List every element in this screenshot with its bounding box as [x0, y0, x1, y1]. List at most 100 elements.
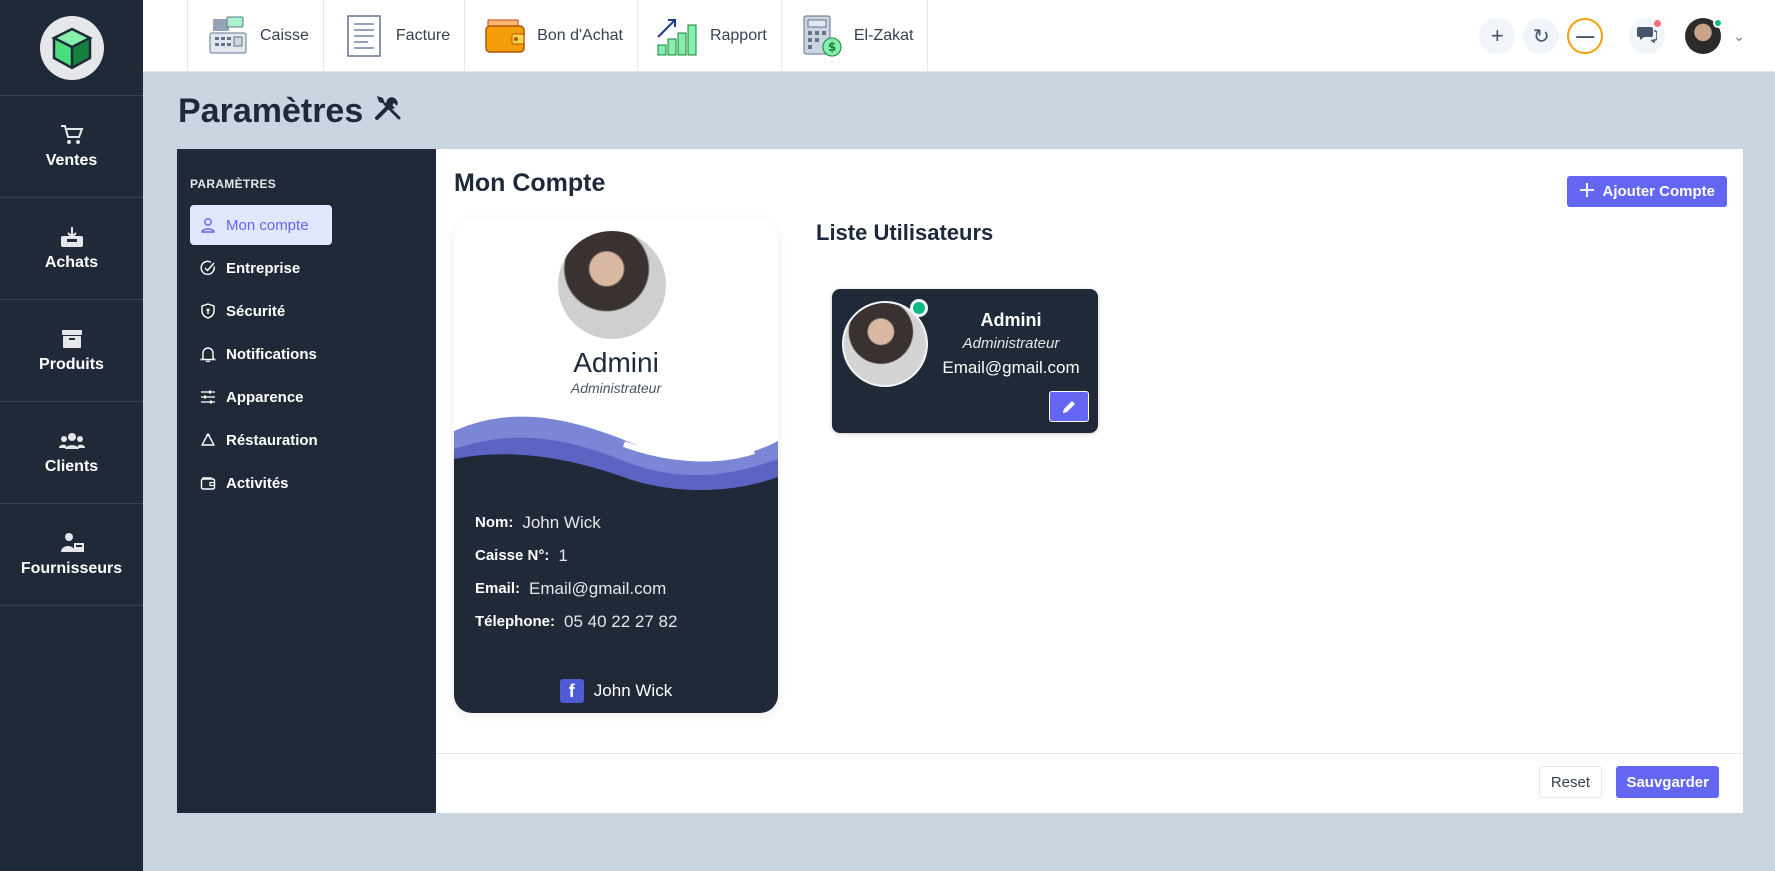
settings-item-apparence[interactable]: Apparence [190, 377, 314, 417]
save-button[interactable]: Sauvgarder [1616, 766, 1719, 798]
page-title: Paramètres [178, 92, 403, 131]
inbox-download-icon [59, 226, 85, 248]
add-account-button[interactable]: Ajouter Compte [1566, 176, 1727, 207]
topnav-bon-achat[interactable]: Bon d'Achat [465, 0, 638, 72]
wave-decoration [454, 416, 778, 499]
settings-item-label: Entreprise [226, 259, 301, 277]
settings-item-entreprise[interactable]: Entreprise [190, 248, 310, 288]
refresh-icon: ↻ [1532, 25, 1550, 48]
notification-dot [1654, 20, 1662, 27]
rail-item-ventes[interactable]: Ventes [0, 96, 143, 198]
reset-button[interactable]: Reset [1538, 766, 1602, 798]
user-card-email: Email@gmail.com [942, 358, 1080, 377]
svg-text:$: $ [828, 40, 836, 54]
field-value: John Wick [522, 512, 601, 532]
top-bar: Caisse Facture Bon d'Achat Rapport $ El-… [143, 0, 1775, 72]
content-footer-divider [436, 753, 1743, 754]
users-icon [58, 430, 85, 452]
settings-item-label: Notifications [226, 345, 317, 363]
field-label: Nom: [475, 514, 514, 531]
field-label: Télephone: [475, 613, 556, 630]
settings-item-label: Mon compte [226, 216, 309, 234]
edit-user-button[interactable] [1049, 391, 1089, 422]
field-value: 1 [558, 545, 568, 565]
settings-item-mon-compte[interactable]: Mon compte [190, 205, 332, 245]
topnav-label: Bon d'Achat [537, 27, 623, 44]
settings-item-securite[interactable]: Sécurité [190, 291, 295, 331]
calculator-icon: $ [800, 14, 844, 58]
online-indicator [1713, 18, 1724, 28]
logo[interactable] [0, 0, 143, 96]
topnav-caisse[interactable]: Caisse [187, 0, 324, 72]
plus-icon: + [1490, 23, 1504, 48]
supplier-icon [59, 532, 85, 554]
invoice-icon [342, 14, 386, 58]
topnav-facture[interactable]: Facture [324, 0, 466, 72]
field-value: Email@gmail.com [529, 578, 667, 598]
refresh-button[interactable]: ↻ [1523, 18, 1560, 54]
settings-item-restauration[interactable]: Réstauration [190, 420, 328, 460]
pencil-icon [1063, 400, 1075, 413]
settings-nav: PARAMÈTRES Mon compte Entreprise Sécurit… [177, 149, 436, 813]
user-card: Admini Administrateur Email@gmail.com [832, 289, 1098, 433]
facebook-link[interactable]: f John Wick [454, 679, 778, 703]
rail-item-produits[interactable]: Produits [0, 300, 143, 402]
profile-field: Télephone: 05 40 22 27 82 [475, 605, 677, 638]
page-title-text: Paramètres [178, 92, 364, 130]
facebook-name: John Wick [593, 681, 673, 700]
top-nav: Caisse Facture Bon d'Achat Rapport $ El-… [187, 0, 929, 72]
add-account-label: Ajouter Compte [1602, 183, 1716, 200]
rail-item-label: Produits [39, 355, 104, 373]
rail-item-label: Fournisseurs [20, 559, 123, 577]
chat-button[interactable] [1629, 18, 1666, 54]
topnav-label: Facture [395, 27, 451, 44]
field-label: Caisse N°: [475, 547, 550, 564]
user-icon [201, 218, 215, 233]
user-card-name: Admini [980, 310, 1042, 330]
rail-item-label: Ventes [45, 151, 98, 169]
settings-nav-title: PARAMÈTRES [190, 177, 277, 191]
profile-field: Email: Email@gmail.com [475, 572, 677, 605]
rail-item-label: Clients [44, 457, 99, 475]
rail-item-clients[interactable]: Clients [0, 402, 143, 504]
profile-field: Caisse N°: 1 [475, 539, 677, 572]
wallet-icon [200, 477, 216, 490]
profile-role: Administrateur [570, 380, 662, 396]
profile-avatar [558, 231, 666, 339]
field-label: Email: [475, 580, 521, 597]
check-circle-icon [200, 260, 215, 275]
online-indicator [910, 299, 928, 317]
sliders-icon [201, 390, 215, 404]
users-list-title: Liste Utilisateurs [816, 220, 994, 245]
user-avatar[interactable] [1685, 18, 1724, 54]
facebook-icon: f [559, 679, 584, 703]
archive-box-icon [59, 328, 85, 350]
add-button[interactable]: + [1479, 18, 1516, 54]
minimize-button[interactable]: — [1567, 18, 1604, 54]
field-value: 05 40 22 27 82 [564, 611, 678, 631]
settings-item-label: Sécurité [226, 302, 286, 320]
settings-item-notifications[interactable]: Notifications [190, 334, 327, 374]
cash-register-icon [206, 14, 250, 58]
topnav-rapport[interactable]: Rapport [638, 0, 782, 72]
topnav-el-zakat[interactable]: $ El-Zakat [782, 0, 929, 72]
chevron-down-icon[interactable]: ⌄ [1733, 28, 1745, 45]
settings-item-label: Apparence [226, 388, 304, 406]
cart-icon [59, 124, 85, 146]
rail-item-achats[interactable]: Achats [0, 198, 143, 300]
profile-card: Admini Administrateur Nom: John Wick Cais… [454, 219, 778, 713]
minus-icon: — [1576, 25, 1595, 46]
topnav-label: Caisse [260, 27, 309, 44]
settings-item-activites[interactable]: Activités [190, 463, 299, 503]
shield-icon [201, 303, 215, 319]
user-card-role: Administrateur [962, 335, 1060, 352]
bell-icon [200, 347, 216, 362]
plus-icon [1579, 182, 1595, 202]
wallet-icon [483, 14, 527, 58]
tools-icon [373, 92, 403, 131]
bar-chart-icon [656, 14, 700, 58]
profile-name: Admini [573, 347, 659, 378]
rail-item-fournisseurs[interactable]: Fournisseurs [0, 504, 143, 606]
topnav-label: Rapport [709, 27, 767, 44]
profile-info: Nom: John Wick Caisse N°: 1 Email: Email@gm… [475, 506, 677, 638]
